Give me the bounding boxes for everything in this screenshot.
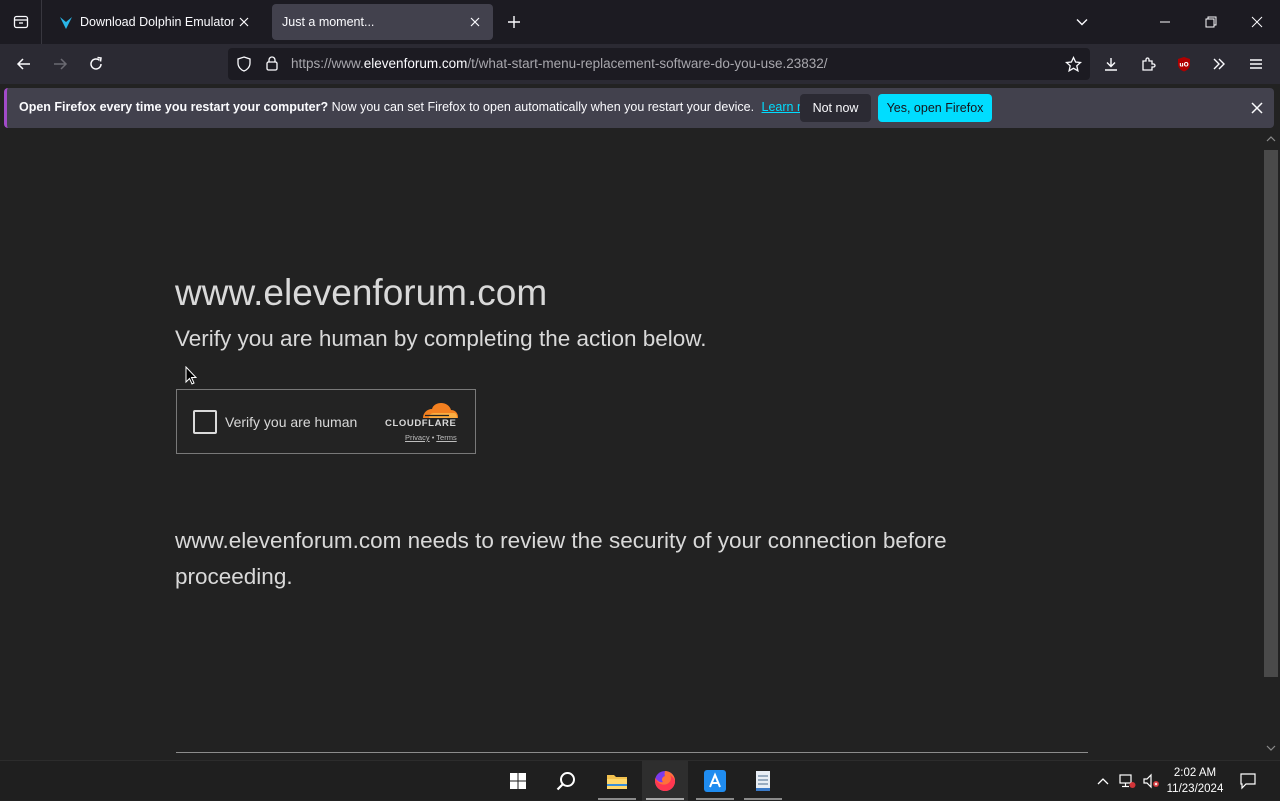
notification-title: Open Firefox every time you restart your… (19, 100, 329, 114)
url-prefix: https://www. (291, 56, 364, 71)
page-content: www.elevenforum.com Verify you are human… (0, 132, 1262, 760)
tab-label: Just a moment... (282, 15, 375, 29)
firefox-view-icon (13, 15, 28, 29)
plus-icon (508, 16, 520, 28)
scroll-down-arrow-icon[interactable] (1266, 744, 1276, 752)
clock-time: 2:02 AM (1173, 767, 1217, 779)
url-domain: elevenforum.com (363, 56, 468, 71)
ublock-origin-button[interactable]: uO (1172, 52, 1196, 76)
notification-center-icon (1240, 773, 1256, 790)
notification-close-button[interactable] (1247, 98, 1267, 118)
close-icon (1251, 16, 1263, 28)
cloudflare-links: Privacy • Terms (405, 433, 457, 442)
page-scrollbar[interactable] (1262, 132, 1280, 760)
svg-text:uO: uO (1179, 62, 1188, 69)
notification-message: Open Firefox every time you restart your… (19, 100, 825, 114)
reload-button[interactable] (84, 52, 108, 76)
taskbar-clock[interactable]: 2:02 AM 11/23/2024 (1160, 765, 1230, 797)
volume-button[interactable] (1140, 761, 1162, 801)
verify-human-checkbox[interactable] (193, 410, 217, 434)
mouse-cursor-icon (185, 366, 197, 385)
notifications-button[interactable] (1236, 761, 1260, 801)
tracking-protection-shield-icon[interactable] (236, 56, 252, 76)
url-path: /t/what-start-menu-replacement-software-… (467, 56, 828, 71)
verify-human-label[interactable]: Verify you are human (225, 414, 357, 430)
reload-icon (90, 56, 102, 70)
network-status-button[interactable] (1116, 761, 1138, 801)
firefox-icon (655, 770, 676, 791)
chevron-double-right-icon (1213, 58, 1225, 70)
scrollbar-thumb[interactable] (1264, 150, 1278, 677)
tab-label: Download Dolphin Emulator 3.5 (80, 15, 234, 29)
app-store-button[interactable] (692, 761, 738, 801)
folder-icon (607, 775, 627, 789)
url-text: https://www.elevenforum.com/t/what-start… (291, 56, 828, 71)
scroll-up-arrow-icon[interactable] (1266, 135, 1276, 143)
arrow-left-icon (16, 58, 30, 70)
security-review-message: www.elevenforum.com needs to review the … (175, 528, 947, 589)
puzzle-icon (1142, 57, 1156, 71)
show-hidden-icons-button[interactable] (1093, 761, 1113, 801)
downloads-button[interactable] (1099, 52, 1123, 76)
new-tab-button[interactable] (503, 11, 525, 33)
chevron-down-icon (1076, 19, 1088, 26)
cloudflare-turnstile-widget: Verify you are human CLOUDFLARE Privacy … (176, 389, 476, 454)
close-tab-icon[interactable] (234, 12, 254, 32)
clock-date: 11/23/2024 (1166, 783, 1224, 795)
app-menu-button[interactable] (1244, 52, 1268, 76)
download-icon (1105, 58, 1117, 71)
restore-button[interactable] (1188, 0, 1234, 44)
verify-instructions: Verify you are human by completing the a… (175, 326, 707, 351)
terms-link[interactable]: Terms (436, 433, 456, 442)
back-button[interactable] (12, 52, 36, 76)
more-tools-button[interactable] (1207, 52, 1231, 76)
firefox-taskbar-button[interactable] (642, 761, 688, 801)
navigation-toolbar: https://www.elevenforum.com/t/what-start… (0, 44, 1280, 84)
star-icon (1064, 55, 1082, 72)
tab-strip: Download Dolphin Emulator 3.5 Just a mom… (0, 0, 1280, 44)
ublock-shield-icon: uO (1178, 57, 1190, 72)
search-icon (556, 772, 575, 791)
notepad-icon (756, 771, 770, 791)
address-bar[interactable]: https://www.elevenforum.com/t/what-start… (228, 48, 1090, 80)
tab-dolphin[interactable]: Download Dolphin Emulator 3.5 (48, 4, 262, 40)
windows-taskbar: 2:02 AM 11/23/2024 (0, 760, 1280, 801)
network-icon (1119, 774, 1136, 788)
cloudflare-wordmark: CLOUDFLARE (385, 418, 457, 429)
extensions-button[interactable] (1136, 52, 1160, 76)
minimize-icon (1160, 21, 1170, 23)
list-all-tabs-button[interactable] (1071, 11, 1093, 33)
firefox-view-button[interactable] (0, 0, 42, 44)
file-explorer-button[interactable] (594, 761, 640, 801)
windows-logo-icon (510, 773, 526, 789)
search-button[interactable] (543, 761, 589, 801)
speaker-muted-icon (1143, 773, 1159, 789)
minimize-button[interactable] (1142, 0, 1188, 44)
chevron-up-icon (1097, 778, 1109, 785)
hamburger-menu-icon (1250, 59, 1262, 69)
site-heading: www.elevenforum.com (175, 272, 548, 313)
app-store-icon (704, 770, 726, 792)
close-icon (1251, 102, 1263, 114)
link-separator: • (431, 433, 435, 442)
window-close-button[interactable] (1234, 0, 1280, 44)
close-tab-icon[interactable] (465, 12, 485, 32)
dolphin-icon (58, 14, 74, 30)
firefox-restart-notification: Open Firefox every time you restart your… (4, 88, 1274, 128)
notification-body: Now you can set Firefox to open automati… (331, 100, 755, 114)
not-now-button[interactable]: Not now (800, 94, 871, 122)
privacy-link[interactable]: Privacy (405, 433, 430, 442)
yes-open-firefox-button[interactable]: Yes, open Firefox (878, 94, 992, 122)
tab-just-a-moment[interactable]: Just a moment... (272, 4, 493, 40)
start-button[interactable] (495, 761, 541, 801)
lock-icon[interactable] (264, 55, 280, 76)
divider (176, 752, 1088, 753)
arrow-right-icon (54, 58, 68, 70)
restore-icon (1205, 16, 1217, 28)
forward-button[interactable] (48, 52, 72, 76)
notepad-button[interactable] (740, 761, 786, 801)
bookmark-star-button[interactable] (1061, 52, 1085, 76)
